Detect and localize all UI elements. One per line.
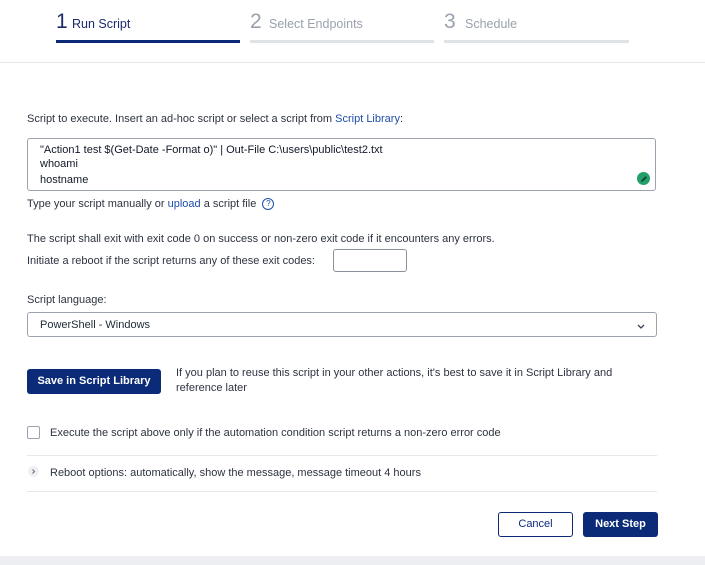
- library-note-line1: If you plan to reuse this script in your…: [176, 367, 613, 379]
- step-progress-bar: [56, 40, 240, 43]
- script-language-select[interactable]: PowerShell - Windows: [27, 312, 657, 337]
- script-language-label: Script language:: [27, 294, 107, 306]
- divider: [27, 491, 657, 492]
- script-intro-text: Script to execute. Insert an ad-hoc scri…: [27, 113, 333, 125]
- script-hint: Type your script manually or upload a sc…: [27, 198, 275, 211]
- page-footer-strip: [0, 556, 705, 565]
- chevron-right-icon[interactable]: [28, 466, 39, 477]
- reboot-options-toggle[interactable]: Reboot options: automatically, show the …: [50, 467, 421, 479]
- script-line: whoami: [40, 158, 78, 170]
- upload-link[interactable]: upload: [168, 198, 201, 210]
- script-hint-suffix: a script file: [203, 198, 257, 210]
- condition-checkbox[interactable]: [27, 426, 40, 439]
- script-intro-colon: :: [399, 113, 403, 125]
- script-line: "Action1 test $(Get-Date -Format o)" | O…: [40, 144, 383, 156]
- divider: [27, 455, 657, 456]
- condition-checkbox-label: Execute the script above only if the aut…: [50, 427, 501, 439]
- script-library-link[interactable]: Script Library: [335, 113, 400, 125]
- script-line: hostname: [40, 174, 89, 186]
- reboot-exit-codes-label: Initiate a reboot if the script returns …: [27, 255, 315, 267]
- help-icon[interactable]: ?: [262, 198, 275, 211]
- step-progress-bar: [444, 40, 629, 43]
- exit-code-note: The script shall exit with exit code 0 o…: [27, 233, 495, 245]
- reboot-exit-codes-input[interactable]: [333, 249, 407, 272]
- save-in-script-library-button[interactable]: Save in Script Library: [27, 369, 161, 394]
- stepper: 1 Run Script 2 Select Endpoints 3 Schedu…: [0, 0, 705, 63]
- library-note-line2: reference later: [176, 382, 247, 394]
- step-number: 3: [444, 10, 456, 33]
- script-hint-text: Type your script manually or: [27, 198, 165, 210]
- script-intro: Script to execute. Insert an ad-hoc scri…: [27, 113, 403, 125]
- step-progress-bar: [250, 40, 434, 43]
- step-label: Select Endpoints: [269, 17, 363, 31]
- step-label: Run Script: [72, 17, 131, 31]
- script-language-value: PowerShell - Windows: [40, 319, 151, 331]
- chevron-down-icon: [636, 318, 646, 336]
- script-editor[interactable]: "Action1 test $(Get-Date -Format o)" | O…: [27, 138, 656, 191]
- cancel-button[interactable]: Cancel: [498, 512, 573, 537]
- step-label: Schedule: [465, 17, 518, 31]
- step-number: 2: [250, 10, 262, 33]
- step-number: 1: [56, 10, 68, 33]
- next-step-button[interactable]: Next Step: [583, 512, 658, 537]
- pencil-icon[interactable]: [637, 172, 650, 185]
